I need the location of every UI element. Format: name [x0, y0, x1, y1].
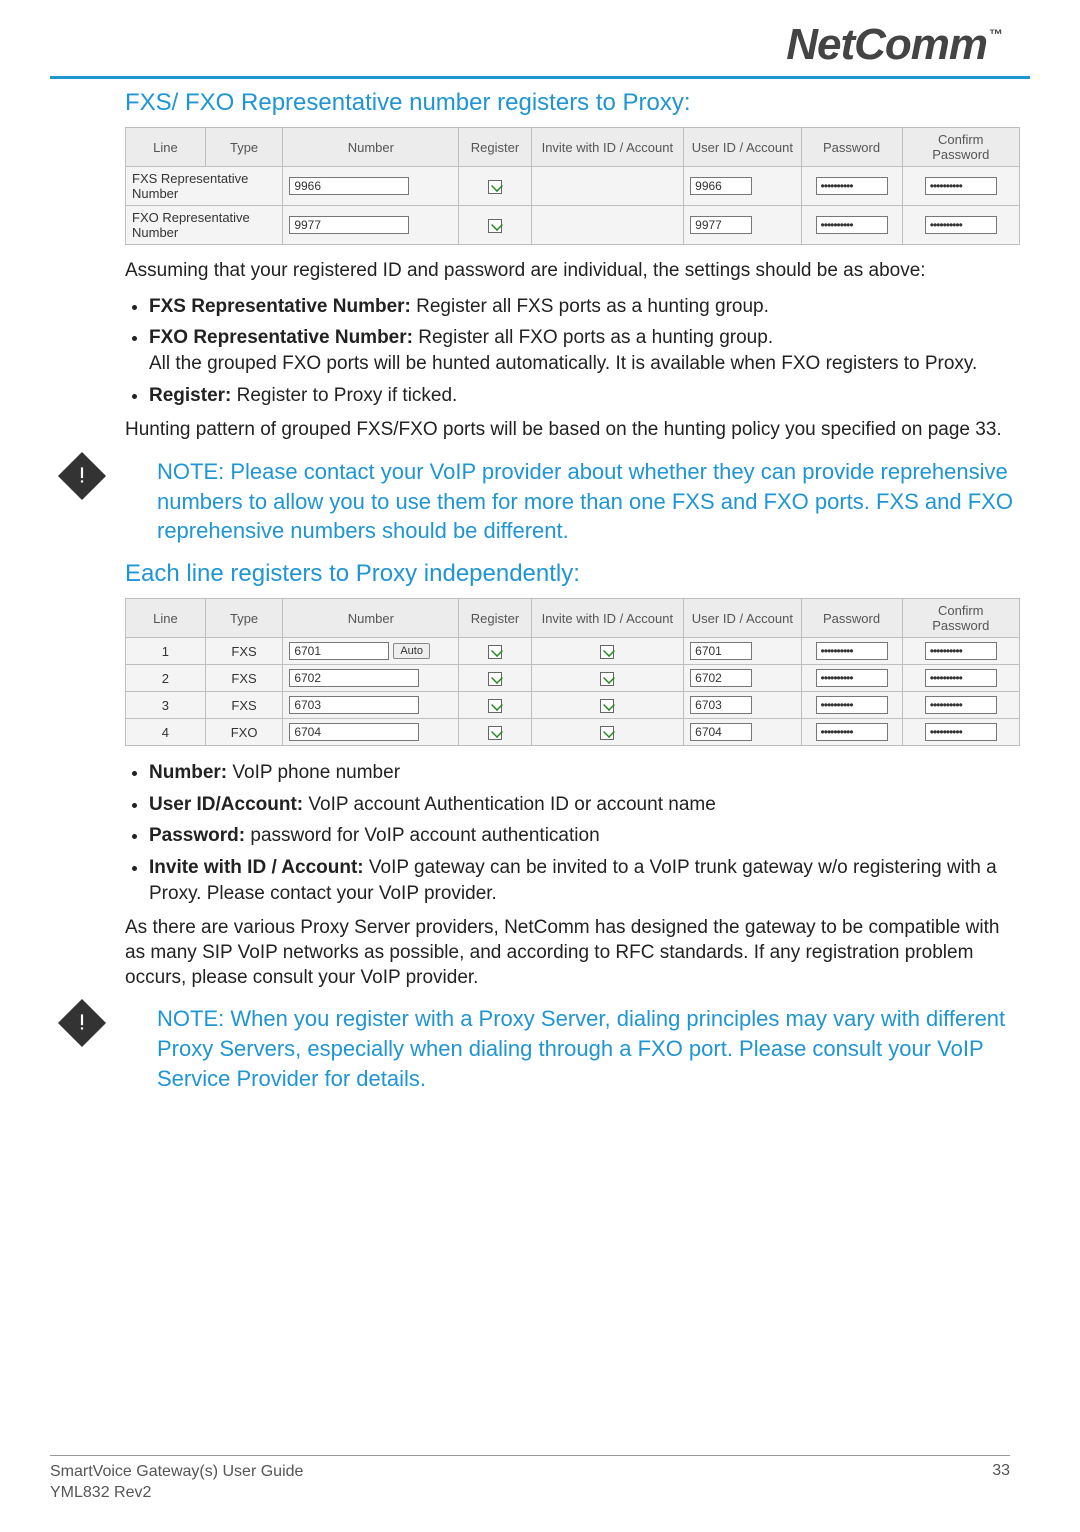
invite-cell	[531, 206, 684, 245]
section1-bullets: FXS Representative Number: Register all …	[125, 294, 1020, 409]
number-input[interactable]: 9966	[289, 177, 409, 195]
footer-page-number: 33	[992, 1462, 1010, 1504]
line-cell: 2	[126, 665, 206, 692]
page-footer: SmartVoice Gateway(s) User Guide YML832 …	[50, 1455, 1010, 1504]
section1-heading: FXS/ FXO Representative number registers…	[125, 89, 1020, 117]
userid-input[interactable]: 6702	[690, 669, 752, 687]
header-rule	[50, 76, 1030, 79]
footer-rev: YML832 Rev2	[50, 1484, 151, 1501]
invite-cell	[531, 167, 684, 206]
invite-checkbox[interactable]	[600, 645, 614, 659]
th-register: Register	[459, 128, 531, 167]
invite-checkbox[interactable]	[600, 726, 614, 740]
section2-bullets: Number: VoIP phone number User ID/Accoun…	[125, 760, 1020, 906]
th-password: Password	[801, 128, 902, 167]
number-input[interactable]: 9977	[289, 216, 409, 234]
th2-userid: User ID / Account	[684, 599, 801, 638]
alert-icon	[58, 452, 106, 500]
register-checkbox[interactable]	[488, 726, 502, 740]
confirm-password-input[interactable]: ••••••••••	[925, 216, 997, 234]
th-type: Type	[205, 128, 282, 167]
th-confirm: Confirm Password	[902, 128, 1019, 167]
line-cell: 1	[126, 638, 206, 665]
line-cell: 4	[126, 719, 206, 746]
th2-number: Number	[283, 599, 459, 638]
th2-register: Register	[459, 599, 531, 638]
type-cell: FXS	[205, 692, 282, 719]
type-cell: FXS	[205, 638, 282, 665]
th-userid: User ID / Account	[684, 128, 801, 167]
th-line: Line	[126, 128, 206, 167]
confirm-password-input[interactable]: ••••••••••	[925, 642, 997, 660]
th2-line: Line	[126, 599, 206, 638]
password-input[interactable]: ••••••••••	[816, 669, 888, 687]
type-cell: FXS	[205, 665, 282, 692]
section2-heading: Each line registers to Proxy independent…	[125, 560, 1020, 588]
userid-input[interactable]: 9966	[690, 177, 752, 195]
password-input[interactable]: ••••••••••	[816, 696, 888, 714]
table-row: FXS Representative Number 9966 9966 •••••••…	[126, 167, 1020, 206]
section1-intro: Assuming that your registered ID and pas…	[125, 259, 1020, 284]
brand-logo: NetComm™	[50, 20, 1030, 76]
register-checkbox[interactable]	[488, 645, 502, 659]
number-input[interactable]: 6701	[289, 642, 389, 660]
confirm-password-input[interactable]: ••••••••••	[925, 696, 997, 714]
line-cell: 3	[126, 692, 206, 719]
table-row: 2FXS 6702 6702 •••••••••• ••••••••••	[126, 665, 1020, 692]
password-input[interactable]: ••••••••••	[816, 642, 888, 660]
note-1-text: NOTE: Please contact your VoIP provider …	[125, 457, 1020, 546]
userid-input[interactable]: 9977	[690, 216, 752, 234]
password-input[interactable]: ••••••••••	[816, 723, 888, 741]
rep-number-table: Line Type Number Register Invite with ID…	[125, 127, 1020, 245]
number-input[interactable]: 6702	[289, 669, 419, 687]
confirm-password-input[interactable]: ••••••••••	[925, 669, 997, 687]
type-cell: FXO	[205, 719, 282, 746]
table-row: 4FXO 6704 6704 •••••••••• ••••••••••	[126, 719, 1020, 746]
password-input[interactable]: ••••••••••	[816, 177, 888, 195]
note-2: NOTE: When you register with a Proxy Ser…	[65, 1004, 1020, 1093]
table-row: 3FXS 6703 6703 •••••••••• ••••••••••	[126, 692, 1020, 719]
th2-password: Password	[801, 599, 902, 638]
register-checkbox[interactable]	[488, 699, 502, 713]
th2-type: Type	[205, 599, 282, 638]
userid-input[interactable]: 6703	[690, 696, 752, 714]
number-input[interactable]: 6704	[289, 723, 419, 741]
table-row: FXO Representative Number 9977 9977 •••••••…	[126, 206, 1020, 245]
register-checkbox[interactable]	[488, 180, 502, 194]
footer-title: SmartVoice Gateway(s) User Guide	[50, 1463, 303, 1480]
userid-input[interactable]: 6704	[690, 723, 752, 741]
number-input[interactable]: 6703	[289, 696, 419, 714]
line-type-cell: FXS Representative Number	[126, 167, 283, 206]
th2-confirm: Confirm Password	[902, 599, 1019, 638]
register-checkbox[interactable]	[488, 219, 502, 233]
line-register-table: Line Type Number Register Invite with ID…	[125, 598, 1020, 746]
invite-checkbox[interactable]	[600, 699, 614, 713]
section2-outro: As there are various Proxy Server provid…	[125, 916, 1020, 990]
confirm-password-input[interactable]: ••••••••••	[925, 723, 997, 741]
confirm-password-input[interactable]: ••••••••••	[925, 177, 997, 195]
alert-icon	[58, 999, 106, 1047]
password-input[interactable]: ••••••••••	[816, 216, 888, 234]
note-2-text: NOTE: When you register with a Proxy Ser…	[125, 1004, 1020, 1093]
line-type-cell: FXO Representative Number	[126, 206, 283, 245]
invite-checkbox[interactable]	[600, 672, 614, 686]
section1-outro: Hunting pattern of grouped FXS/FXO ports…	[125, 418, 1020, 443]
th-invite: Invite with ID / Account	[531, 128, 684, 167]
note-1: NOTE: Please contact your VoIP provider …	[65, 457, 1020, 546]
auto-button[interactable]: Auto	[393, 643, 430, 659]
userid-input[interactable]: 6701	[690, 642, 752, 660]
register-checkbox[interactable]	[488, 672, 502, 686]
table-row: 1FXS6701Auto6701••••••••••••••••••••	[126, 638, 1020, 665]
th2-invite: Invite with ID / Account	[531, 599, 684, 638]
th-number: Number	[283, 128, 459, 167]
